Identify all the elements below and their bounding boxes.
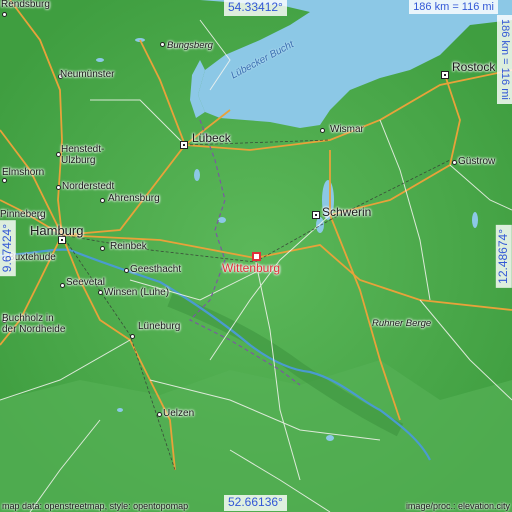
label-schwerin[interactable]: Schwerin: [322, 206, 371, 218]
elmshorn-dot[interactable]: [2, 178, 7, 183]
schwerin-marker[interactable]: [312, 211, 320, 219]
label-rostock[interactable]: Rostock: [452, 61, 495, 73]
label-uelzen[interactable]: Uelzen: [163, 409, 194, 419]
label-ahrensburg[interactable]: Ahrensburg: [108, 194, 160, 204]
label-elmshorn[interactable]: Elmshorn: [2, 168, 44, 178]
label-hamburg[interactable]: Hamburg: [30, 224, 83, 237]
label-henstedt-text: Henstedt- Ulzburg: [61, 144, 105, 166]
scale-vertical: 186 km = 116 mi: [497, 15, 512, 104]
label-reinbek[interactable]: Reinbek: [110, 242, 147, 252]
label-buchholz[interactable]: Buchholz in der Nordheide: [2, 313, 65, 335]
label-wittenburg[interactable]: Wittenburg: [222, 262, 280, 274]
lueneburg-dot[interactable]: [130, 334, 135, 339]
label-henstedt[interactable]: Henstedt- Ulzburg: [61, 144, 104, 166]
coord-right: 12.48674°: [496, 225, 512, 288]
credit-map-data: map data: openstreetmap, style: opentopo…: [2, 501, 189, 511]
reinbek-dot[interactable]: [100, 246, 105, 251]
wittenburg-marker[interactable]: [252, 252, 261, 261]
geesthacht-dot[interactable]: [124, 268, 129, 273]
guestrow-dot[interactable]: [452, 160, 457, 165]
luebeck-marker[interactable]: [180, 141, 188, 149]
label-rendsburg[interactable]: Rendsburg: [1, 0, 50, 10]
coord-top: 54.33412°: [224, 0, 287, 16]
label-wismar[interactable]: Wismar: [330, 125, 364, 135]
label-neumuenster[interactable]: Neumünster: [60, 70, 114, 80]
label-seevetal[interactable]: Seevetal: [66, 278, 105, 288]
rostock-marker[interactable]: [441, 71, 449, 79]
label-pinneberg[interactable]: Pinneberg: [0, 210, 46, 220]
coord-left: 9.67424°: [0, 220, 16, 277]
label-geesthacht[interactable]: Geesthacht: [130, 265, 181, 275]
scale-horizontal: 186 km = 116 mi: [409, 0, 498, 14]
label-lueneburg[interactable]: Lüneburg: [138, 322, 180, 332]
map-canvas[interactable]: Rendsburg Bungsberg Neumünster Lübeck He…: [0, 0, 512, 512]
uelzen-dot[interactable]: [157, 412, 162, 417]
label-norderstedt[interactable]: Norderstedt: [62, 182, 114, 192]
wismar-dot[interactable]: [320, 128, 325, 133]
rendsburg-dot[interactable]: [2, 12, 7, 17]
bungsberg-dot[interactable]: [160, 42, 165, 47]
label-guestrow[interactable]: Güstrow: [458, 157, 495, 167]
label-winsen[interactable]: Winsen (Luhe): [104, 288, 169, 298]
norderstedt-dot[interactable]: [56, 185, 61, 190]
seevetal-dot[interactable]: [60, 283, 65, 288]
label-buchholz-text: Buchholz in der Nordheide: [2, 313, 66, 335]
label-luebeck[interactable]: Lübeck: [192, 132, 231, 144]
ahrensburg-dot[interactable]: [100, 198, 105, 203]
credit-image-proc: image/proc.: elevation.city: [405, 501, 510, 511]
label-ruhner-berge[interactable]: Ruhner Berge: [372, 319, 431, 329]
winsen-dot[interactable]: [98, 290, 103, 295]
coord-bottom: 52.66136°: [224, 495, 287, 511]
label-bungsberg[interactable]: Bungsberg: [167, 41, 213, 51]
